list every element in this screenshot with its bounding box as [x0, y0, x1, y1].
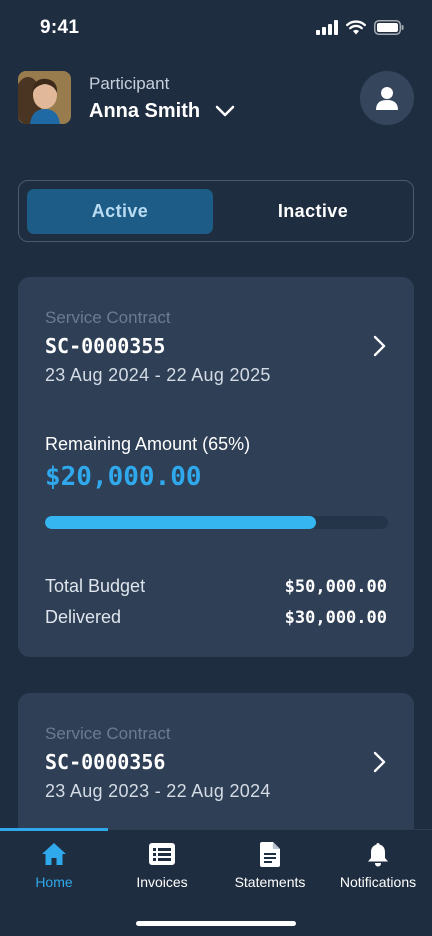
home-icon	[42, 843, 66, 865]
avatar[interactable]	[18, 71, 71, 124]
contract-dates: 23 Aug 2023 - 22 Aug 2024	[45, 781, 271, 801]
filter-inactive-tab[interactable]: Inactive	[219, 189, 407, 234]
profile-button[interactable]	[360, 71, 414, 125]
contract-card[interactable]: Service Contract SC-0000355 23 Aug 2024 …	[18, 277, 414, 657]
status-bar: 9:41	[0, 0, 432, 56]
contract-id: SC-0000355	[45, 334, 166, 358]
contract-dates: 23 Aug 2024 - 22 Aug 2025	[45, 365, 271, 385]
chevron-down-icon[interactable]	[215, 105, 235, 117]
wifi-icon	[346, 20, 366, 35]
tab-notifications[interactable]: Notifications	[324, 830, 432, 900]
tab-home[interactable]: Home	[0, 830, 108, 900]
remaining-amount-label: Remaining Amount (65%)	[45, 434, 251, 454]
total-budget-value: $50,000.00	[284, 577, 387, 597]
participant-header: Participant Anna Smith	[18, 71, 414, 127]
status-icons	[316, 20, 404, 35]
home-indicator	[136, 921, 296, 926]
chevron-right-icon[interactable]	[372, 335, 386, 357]
list-icon	[149, 843, 175, 865]
tab-invoices[interactable]: Invoices	[108, 830, 216, 900]
contract-label: Service Contract	[45, 308, 171, 327]
delivered-value: $30,000.00	[284, 608, 387, 628]
contract-label: Service Contract	[45, 724, 171, 743]
signal-icon	[316, 20, 338, 35]
participant-name[interactable]: Anna Smith	[89, 100, 200, 123]
battery-icon	[374, 20, 404, 35]
filter-active-tab[interactable]: Active	[27, 189, 213, 234]
tab-home-label: Home	[35, 874, 73, 890]
remaining-amount-value: $20,000.00	[45, 462, 202, 492]
tab-statements[interactable]: Statements	[216, 830, 324, 900]
status-time: 9:41	[40, 17, 80, 38]
total-budget-label: Total Budget	[45, 576, 146, 596]
delivered-label: Delivered	[45, 607, 122, 627]
tab-statements-label: Statements	[234, 874, 306, 890]
user-icon	[376, 87, 398, 110]
status-filter: Active Inactive	[18, 180, 414, 242]
tab-notifications-label: Notifications	[339, 874, 417, 890]
bell-icon	[368, 842, 388, 866]
contract-id: SC-0000356	[45, 750, 166, 774]
participant-label: Participant	[89, 74, 170, 93]
chevron-right-icon[interactable]	[372, 751, 386, 773]
budget-progress-fill	[45, 516, 316, 529]
document-icon	[260, 841, 280, 867]
budget-progress-bar	[45, 516, 388, 529]
tab-invoices-label: Invoices	[136, 874, 188, 890]
bottom-tab-bar: Home Invoices Statements Notifications	[0, 828, 432, 936]
